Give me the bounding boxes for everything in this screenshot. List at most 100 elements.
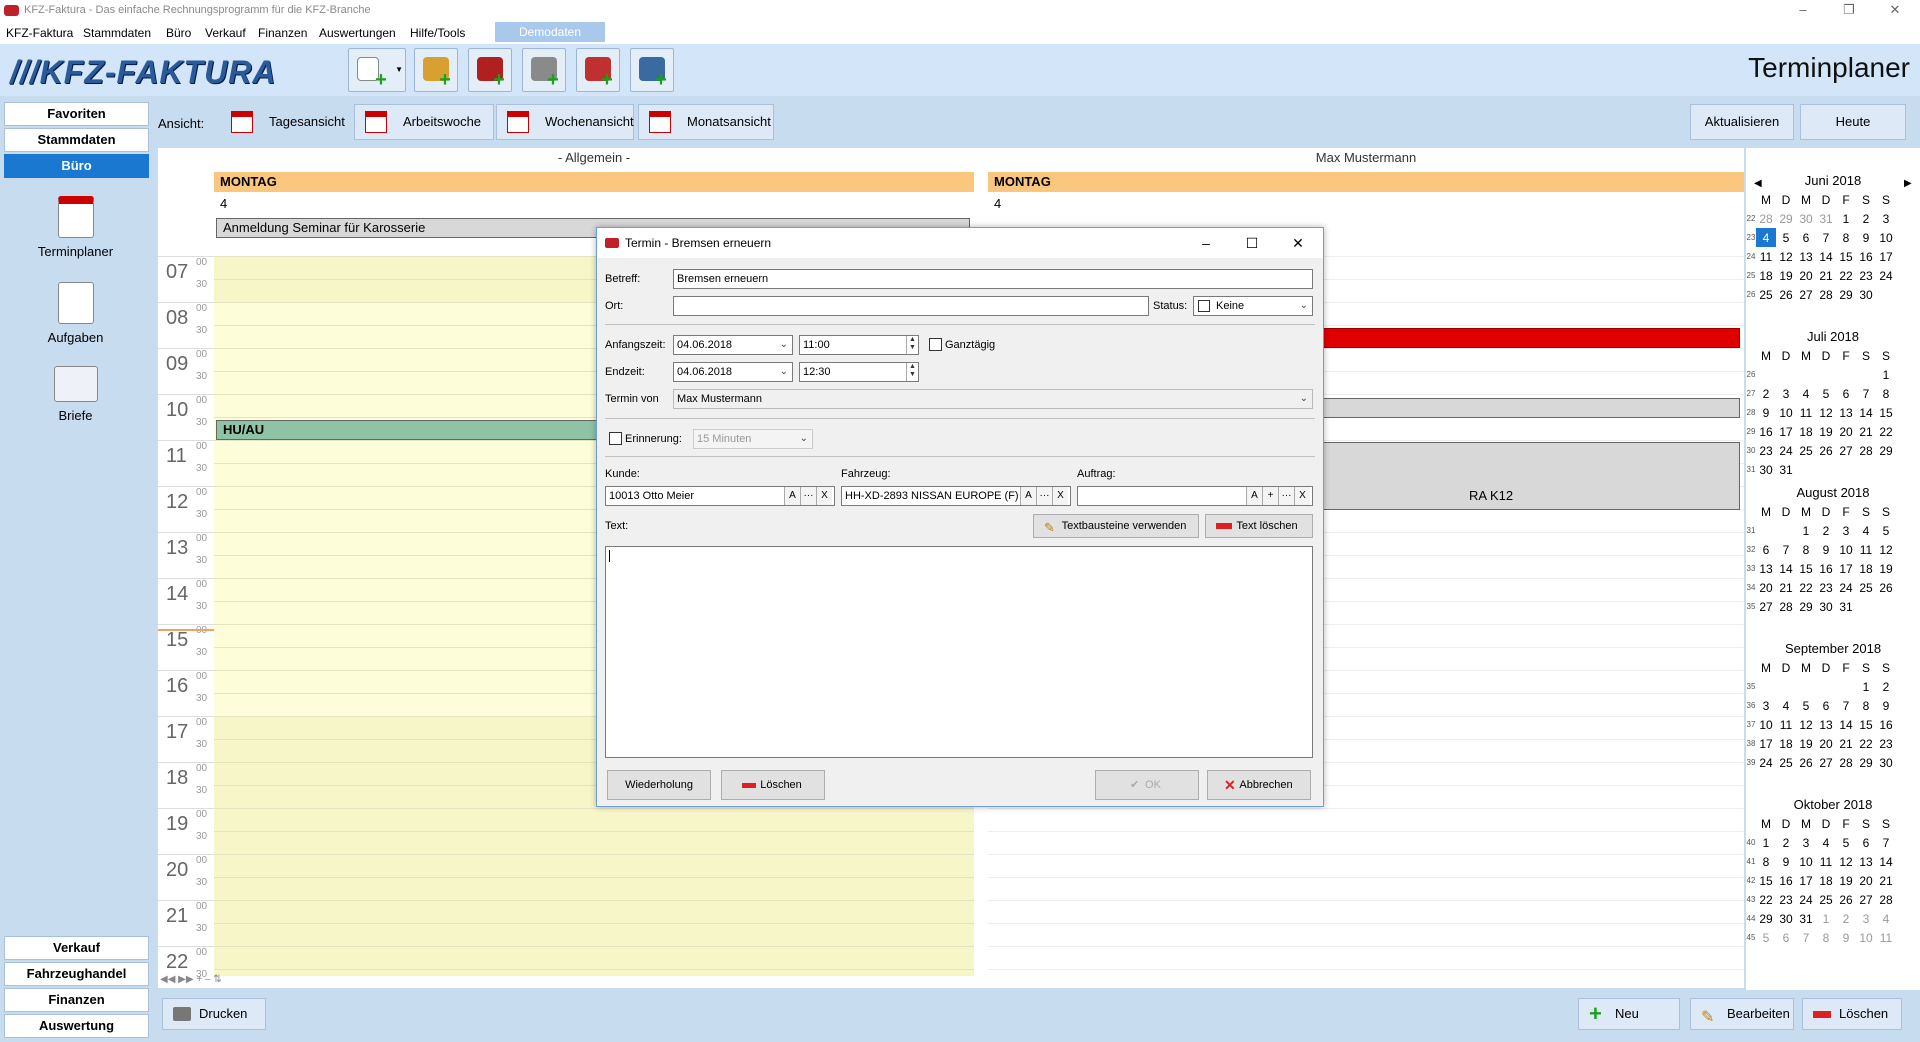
day-cell[interactable]: 30	[1796, 209, 1816, 228]
day-cell[interactable]: 11	[1776, 715, 1796, 734]
new-part-button[interactable]: +	[522, 48, 566, 92]
betreff-input[interactable]: Bremsen erneuern	[673, 269, 1313, 289]
day-cell[interactable]: 13	[1836, 403, 1856, 422]
day-cell[interactable]: 6	[1816, 696, 1836, 715]
day-cell[interactable]: 5	[1796, 696, 1816, 715]
day-cell[interactable]: 27	[1836, 441, 1856, 460]
day-cell[interactable]: 29	[1836, 285, 1856, 304]
day-cell[interactable]: 3	[1776, 384, 1796, 403]
day-cell[interactable]: 15	[1876, 403, 1896, 422]
day-cell[interactable]: 21	[1856, 422, 1876, 441]
day-cell[interactable]: 11	[1756, 247, 1776, 266]
day-cell[interactable]: 11	[1876, 928, 1896, 947]
day-cell[interactable]: 4	[1816, 833, 1836, 852]
text-clear-button[interactable]: Text löschen	[1205, 514, 1313, 538]
day-cell[interactable]: 20	[1836, 422, 1856, 441]
grey-event[interactable]	[1322, 398, 1740, 418]
day-cell[interactable]: 15	[1856, 715, 1876, 734]
day-cell[interactable]: 4	[1796, 384, 1816, 403]
day-cell[interactable]: 19	[1776, 266, 1796, 285]
day-cell[interactable]: 28	[1836, 753, 1856, 772]
day-cell[interactable]: 16	[1776, 871, 1796, 890]
start-time-input[interactable]: 11:00 ▲ ▼	[799, 335, 919, 355]
day-cell[interactable]: 5	[1876, 521, 1896, 540]
day-cell[interactable]: 10	[1756, 715, 1776, 734]
day-cell[interactable]: 1	[1796, 521, 1816, 540]
day-cell[interactable]	[1796, 677, 1816, 696]
day-cell[interactable]: 28	[1856, 441, 1876, 460]
view-tagesansicht[interactable]: Tagesansicht	[220, 104, 350, 140]
sidebar-fahrzeughandel[interactable]: Fahrzeughandel	[4, 962, 149, 986]
day-cell[interactable]: 30	[1756, 460, 1776, 479]
day-cell[interactable]: 22	[1856, 734, 1876, 753]
day-cell[interactable]: 22	[1876, 422, 1896, 441]
day-cell[interactable]: 4	[1756, 228, 1776, 247]
day-cell[interactable]: 18	[1756, 266, 1776, 285]
day-cell[interactable]: 19	[1836, 871, 1856, 890]
day-cell[interactable]: 1	[1856, 677, 1876, 696]
day-cell[interactable]: 25	[1856, 578, 1876, 597]
day-cell[interactable]: 6	[1856, 833, 1876, 852]
customer-a-button[interactable]: A	[784, 487, 800, 505]
day-cell[interactable]: 29	[1756, 909, 1776, 928]
day-cell[interactable]: 28	[1776, 597, 1796, 616]
day-cell[interactable]: 2	[1776, 833, 1796, 852]
day-cell[interactable]: 26	[1776, 285, 1796, 304]
menu-hilfe-tools[interactable]: Hilfe/Tools	[410, 26, 465, 40]
day-cell[interactable]	[1756, 521, 1776, 540]
day-cell[interactable]: 3	[1836, 521, 1856, 540]
day-cell[interactable]: 9	[1836, 928, 1856, 947]
day-cell[interactable]: 10	[1876, 228, 1896, 247]
partial-event[interactable]: RA K12	[1322, 442, 1740, 510]
day-cell[interactable]: 17	[1776, 422, 1796, 441]
day-cell[interactable]: 14	[1776, 559, 1796, 578]
day-cell[interactable]	[1776, 677, 1796, 696]
order-a-button[interactable]: A	[1246, 487, 1262, 505]
day-cell[interactable]: 31	[1776, 460, 1796, 479]
day-cell[interactable]: 25	[1816, 890, 1836, 909]
day-cell[interactable]: 20	[1756, 578, 1776, 597]
day-cell[interactable]	[1876, 460, 1896, 479]
day-cell[interactable]: 21	[1776, 578, 1796, 597]
day-cell[interactable]: 7	[1816, 228, 1836, 247]
day-cell[interactable]: 3	[1876, 209, 1896, 228]
day-cell[interactable]: 29	[1876, 441, 1896, 460]
text-area[interactable]	[605, 546, 1313, 758]
day-cell[interactable]: 6	[1756, 540, 1776, 559]
vehicle-a-button[interactable]: A	[1020, 487, 1036, 505]
day-cell[interactable]: 17	[1796, 871, 1816, 890]
day-cell[interactable]: 13	[1856, 852, 1876, 871]
day-cell[interactable]: 3	[1796, 833, 1816, 852]
day-cell[interactable]: 15	[1756, 871, 1776, 890]
day-cell[interactable]: 22	[1756, 890, 1776, 909]
day-cell[interactable]: 29	[1856, 753, 1876, 772]
customer-input[interactable]: 10013 Otto Meier A ··· X	[605, 486, 835, 506]
dialog-minimize-icon[interactable]: –	[1183, 228, 1229, 258]
day-cell[interactable]: 23	[1856, 266, 1876, 285]
day-cell[interactable]: 6	[1776, 928, 1796, 947]
time-slot[interactable]	[214, 900, 974, 923]
day-cell[interactable]: 10	[1836, 540, 1856, 559]
day-cell[interactable]: 6	[1836, 384, 1856, 403]
vehicle-more-button[interactable]: ···	[1036, 487, 1052, 505]
day-cell[interactable]: 4	[1876, 909, 1896, 928]
day-cell[interactable]: 17	[1876, 247, 1896, 266]
time-slot[interactable]	[214, 946, 974, 969]
new-button[interactable]: + Neu	[1578, 998, 1680, 1030]
day-cell[interactable]: 3	[1856, 909, 1876, 928]
menu-kfz-faktura[interactable]: KFZ-Faktura	[6, 26, 73, 40]
day-cell[interactable]: 20	[1816, 734, 1836, 753]
sidebar-terminplaner[interactable]: Terminplaner	[2, 196, 149, 259]
day-cell[interactable]: 5	[1816, 384, 1836, 403]
close-icon[interactable]: ✕	[1872, 0, 1918, 22]
day-cell[interactable]: 27	[1756, 597, 1776, 616]
owner-select[interactable]: Max Mustermann ⌄	[673, 389, 1313, 409]
day-cell[interactable]: 8	[1816, 928, 1836, 947]
day-cell[interactable]: 16	[1756, 422, 1776, 441]
menu-buero[interactable]: Büro	[166, 26, 191, 40]
dialog-delete-button[interactable]: Löschen	[721, 770, 825, 800]
day-cell[interactable]: 15	[1836, 247, 1856, 266]
time-slot[interactable]	[214, 808, 974, 831]
menu-verkauf[interactable]: Verkauf	[205, 26, 246, 40]
order-more-button[interactable]: ···	[1278, 487, 1294, 505]
